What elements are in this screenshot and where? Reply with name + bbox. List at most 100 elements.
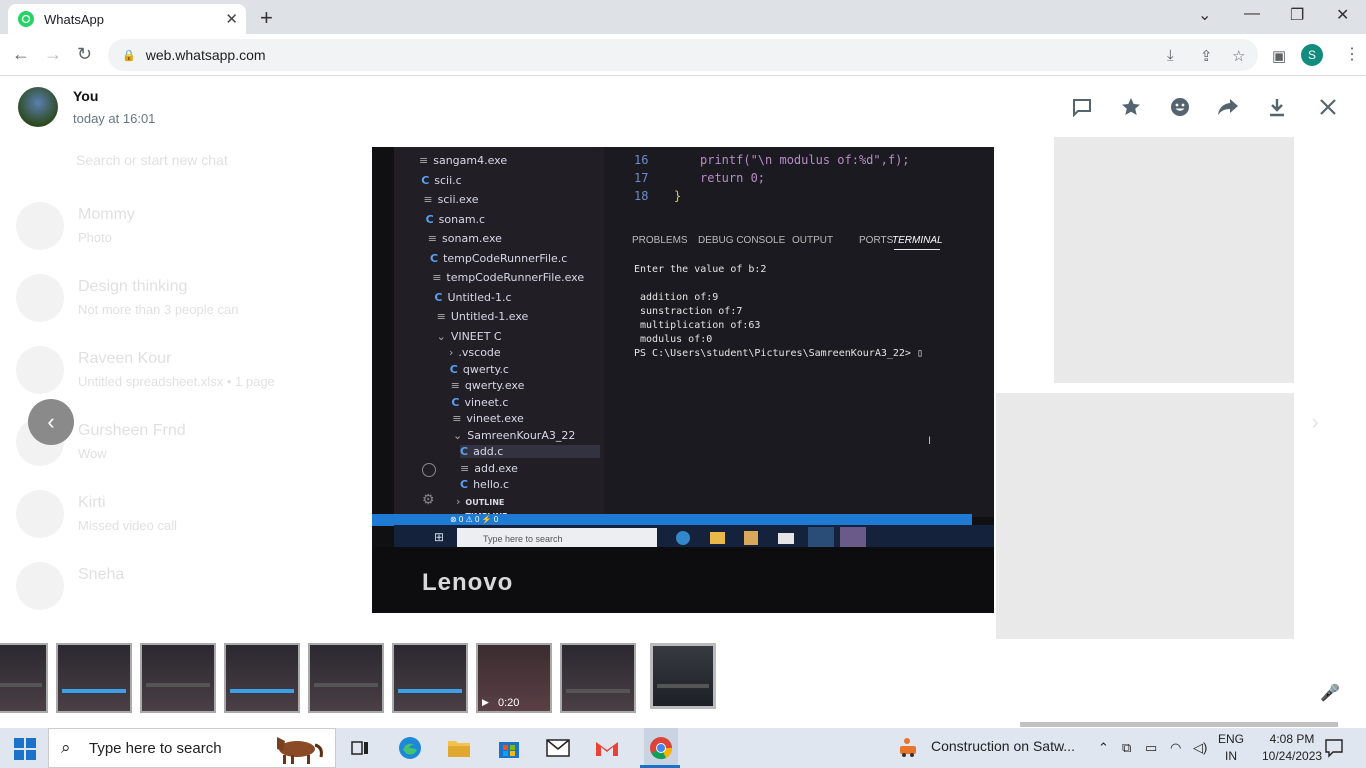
download-icon[interactable] (1265, 95, 1289, 119)
show-hidden-icons-icon[interactable]: ⌃ (1098, 740, 1109, 756)
address-bar[interactable]: 🔒 web.whatsapp.com (108, 39, 1258, 71)
account-icon (422, 463, 436, 477)
photo-file-item: › OUTLINE (456, 495, 504, 508)
reload-icon[interactable]: ↻ (77, 44, 92, 65)
media-image: ≡ sangam4.exe Cscii.c ≡ scii.exe Csonam.c ≡ son… (372, 147, 994, 613)
forward-nav-icon[interactable]: → (44, 44, 62, 65)
microsoft-store-icon[interactable] (497, 736, 521, 760)
taskbar-clock[interactable]: 4:08 PM 10/24/2023 (1262, 731, 1322, 765)
media-thumbnail[interactable] (392, 643, 468, 713)
chat-preview: Photo (78, 230, 112, 245)
media-thumbnail[interactable] (0, 643, 48, 713)
message-icon[interactable] (1070, 95, 1094, 119)
gmail-icon[interactable] (595, 736, 619, 760)
photo-file-item: CtempCodeRunnerFile.c (430, 252, 567, 265)
chevron-down-icon[interactable]: ⌄ (1198, 5, 1211, 25)
photo-file-name: .vscode (458, 346, 501, 359)
chat-preview: Not more than 3 people can (78, 302, 239, 317)
bookmark-star-icon[interactable]: ☆ (1232, 47, 1245, 65)
region-code: IN (1225, 749, 1237, 763)
c-file-icon: C (430, 251, 439, 265)
thumbnail-preview (314, 683, 378, 687)
wifi-icon[interactable]: ◠ (1170, 740, 1181, 756)
back-icon[interactable]: ← (12, 44, 30, 65)
whatsapp-icon (18, 11, 34, 27)
horizontal-scrollbar[interactable] (1020, 722, 1338, 727)
chat-preview: Wow (78, 446, 107, 461)
close-icon[interactable] (1316, 95, 1340, 119)
taskbar-search-box[interactable]: ⌕ Type here to search (48, 728, 336, 768)
photo-file-item: Chello.c (460, 478, 509, 491)
profile-avatar[interactable]: S (1301, 44, 1323, 66)
photo-file-item: Cadd.c (460, 445, 600, 458)
photo-panel-tab: DEBUG CONSOLE (698, 235, 786, 246)
photo-file-name: sonam.exe (442, 232, 502, 245)
horse-illustration-icon (277, 737, 323, 764)
photo-file-item: ⌄ SamreenKourA3_22 (453, 429, 575, 442)
close-tab-icon[interactable]: ✕ (225, 10, 238, 28)
media-thumbnail[interactable] (308, 643, 384, 713)
language-indicator[interactable]: ENG IN (1218, 731, 1244, 765)
chat-avatar (16, 562, 64, 610)
avatar[interactable] (18, 87, 58, 127)
chat-name: Search or start new chat (76, 152, 228, 168)
photo-file-item: ≡ vineet.exe (452, 412, 524, 425)
previous-media-button[interactable]: ‹ (28, 399, 74, 445)
background-chat-row: Raveen Kour Untitled spreadsheet.xlsx • 1… (16, 346, 356, 406)
window-close-icon[interactable]: ✕ (1336, 5, 1349, 25)
photo-file-item: ≡ tempCodeRunnerFile.exe (432, 271, 584, 284)
photo-file-item: Cvineet.c (451, 396, 508, 409)
chat-name: Gursheen Frnd (78, 422, 186, 439)
chrome-icon[interactable] (644, 728, 678, 768)
file-explorer-icon[interactable] (447, 736, 471, 760)
new-tab-icon[interactable]: + (260, 5, 273, 31)
tab-whatsapp[interactable]: WhatsApp ✕ (8, 4, 246, 34)
photo-folder-icon (710, 532, 725, 544)
task-view-icon[interactable] (348, 736, 372, 760)
volume-icon[interactable]: ◁) (1193, 740, 1207, 756)
photo-code-line: return 0; (700, 171, 766, 185)
menu-icon[interactable]: ⋮ (1344, 44, 1360, 64)
photo-file-item: › .vscode (449, 346, 501, 359)
photo-file-name: qwerty.c (462, 362, 509, 376)
media-thumbnail[interactable] (56, 643, 132, 713)
mail-icon[interactable] (546, 736, 570, 760)
minimize-icon[interactable]: — (1244, 5, 1260, 23)
next-media-button[interactable]: › (1292, 399, 1338, 445)
emoji-icon[interactable] (1168, 95, 1192, 119)
battery-icon[interactable]: ▭ (1145, 740, 1157, 756)
microphone-icon: 🎤 (1320, 685, 1340, 702)
browser-toolbar: ← → ↻ 🔒 web.whatsapp.com ⤓ ⇪ ☆ ▣ (0, 34, 1366, 76)
windows-start-button[interactable] (14, 738, 36, 760)
photo-panel-tab: TERMINAL (892, 235, 943, 246)
photo-line-number: 18 (634, 189, 649, 203)
media-thumbnail[interactable] (650, 643, 716, 709)
media-thumbnail[interactable]: ▶ 0:20 (476, 643, 552, 713)
media-thumbnail[interactable] (140, 643, 216, 713)
photo-file-name: hello.c (473, 478, 510, 491)
chat-avatar (16, 346, 64, 394)
photo-code-line: printf("\n modulus of:%d",f); (700, 153, 910, 167)
notification-center-icon[interactable] (1324, 738, 1344, 758)
taskbar-search-text: Type here to search (89, 739, 222, 757)
photo-file-name: sangam4.exe (433, 154, 508, 167)
chat-preview: Untitled spreadsheet.xlsx • 1 page (78, 374, 275, 389)
search-icon: ⌕ (61, 738, 71, 757)
photo-store-icon (744, 531, 758, 545)
photo-file-name: qwerty.exe (464, 379, 525, 392)
thumbnail-preview (0, 683, 42, 687)
chat-name: Kirti (78, 494, 106, 511)
media-thumbnail[interactable] (560, 643, 636, 713)
news-notification[interactable]: Construction on Satw... (931, 738, 1075, 754)
install-icon[interactable]: ⤓ (1167, 47, 1174, 64)
share-icon[interactable]: ⇪ (1200, 47, 1213, 65)
edge-icon[interactable] (398, 736, 422, 760)
forward-icon[interactable] (1216, 95, 1240, 119)
side-panel-icon[interactable]: ▣ (1272, 47, 1286, 65)
meet-icon[interactable]: ⧉ (1122, 740, 1131, 756)
exe-file-icon: ≡ (427, 232, 438, 245)
media-thumbnail[interactable] (224, 643, 300, 713)
star-icon[interactable] (1119, 95, 1143, 119)
restore-icon[interactable]: ❐ (1290, 5, 1304, 25)
photo-file-name: add.c (473, 445, 504, 458)
